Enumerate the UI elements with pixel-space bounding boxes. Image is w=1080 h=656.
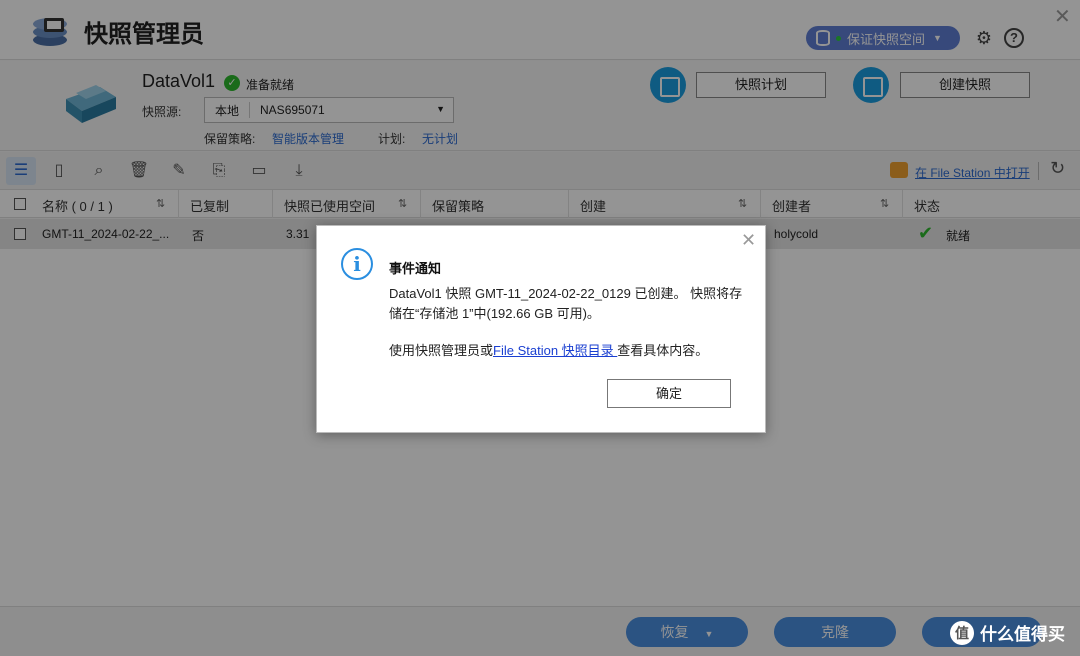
event-notification-dialog: ✕ i 事件通知 DataVol1 快照 GMT-11_2024-02-22_0… <box>316 225 766 433</box>
info-icon: i <box>341 248 373 280</box>
dialog-message: DataVol1 快照 GMT-11_2024-02-22_0129 已创建。 … <box>389 286 743 321</box>
close-icon[interactable]: ✕ <box>741 230 756 251</box>
dialog-hint: 使用快照管理员或File Station 快照目录 查看具体内容。 <box>389 340 708 359</box>
watermark-badge: 值 <box>950 620 974 645</box>
hint-prefix: 使用快照管理员或 <box>389 343 494 358</box>
file-station-snapshot-link[interactable]: File Station 快照目录 <box>493 343 617 358</box>
hint-suffix: 查看具体内容。 <box>617 343 709 358</box>
dialog-title: 事件通知 <box>389 261 442 276</box>
watermark: 值 什么值得买 <box>950 620 1065 645</box>
ok-button[interactable]: 确定 <box>607 379 731 408</box>
watermark-text: 什么值得买 <box>980 625 1065 644</box>
